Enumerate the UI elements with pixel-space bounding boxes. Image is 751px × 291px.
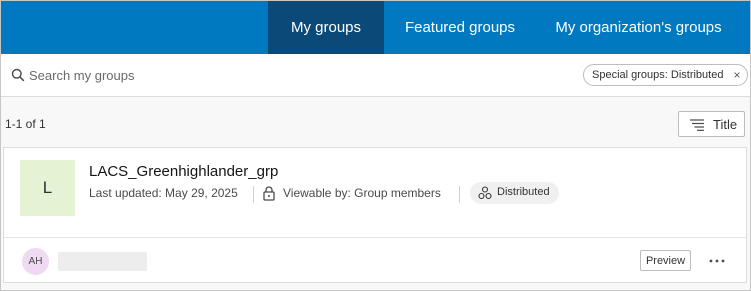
tab-my-groups[interactable]: My groups <box>268 1 384 54</box>
group-thumbnail[interactable]: L <box>20 160 75 216</box>
tab-bar: My groups Featured groups My organizatio… <box>1 1 750 54</box>
meta-divider <box>253 186 254 203</box>
sort-icon <box>690 119 704 131</box>
preview-button[interactable]: Preview <box>640 250 691 271</box>
last-updated: Last updated: May 29, 2025 <box>89 186 238 200</box>
filter-chip-label: Special groups: Distributed <box>592 69 724 81</box>
meta-divider <box>459 186 460 203</box>
group-card: L LACS_Greenhighlander_grp Last updated:… <box>3 147 747 283</box>
close-icon[interactable]: × <box>733 65 740 85</box>
search-input[interactable] <box>29 62 329 88</box>
sort-button[interactable]: Title <box>678 111 745 137</box>
badge-label: Distributed <box>497 186 550 198</box>
owner-name-redacted <box>58 252 147 271</box>
filter-chip-distributed[interactable]: Special groups: Distributed × <box>583 64 749 86</box>
viewable-by: Viewable by: Group members <box>283 186 441 200</box>
groups-page: My groups Featured groups My organizatio… <box>0 0 751 291</box>
result-count: 1-1 of 1 <box>5 117 46 131</box>
card-divider <box>4 237 746 238</box>
avatar[interactable]: AH <box>22 248 49 275</box>
more-options-button[interactable] <box>704 250 730 271</box>
distributed-badge: Distributed <box>470 182 559 204</box>
more-icon <box>709 259 725 262</box>
tab-featured-groups[interactable]: Featured groups <box>384 1 536 54</box>
distributed-icon <box>478 186 492 200</box>
sort-label: Title <box>713 117 738 132</box>
tab-organization-groups[interactable]: My organization's groups <box>536 1 741 54</box>
group-title[interactable]: LACS_Greenhighlander_grp <box>89 163 278 180</box>
lock-icon <box>263 186 275 201</box>
search-icon <box>11 68 25 82</box>
